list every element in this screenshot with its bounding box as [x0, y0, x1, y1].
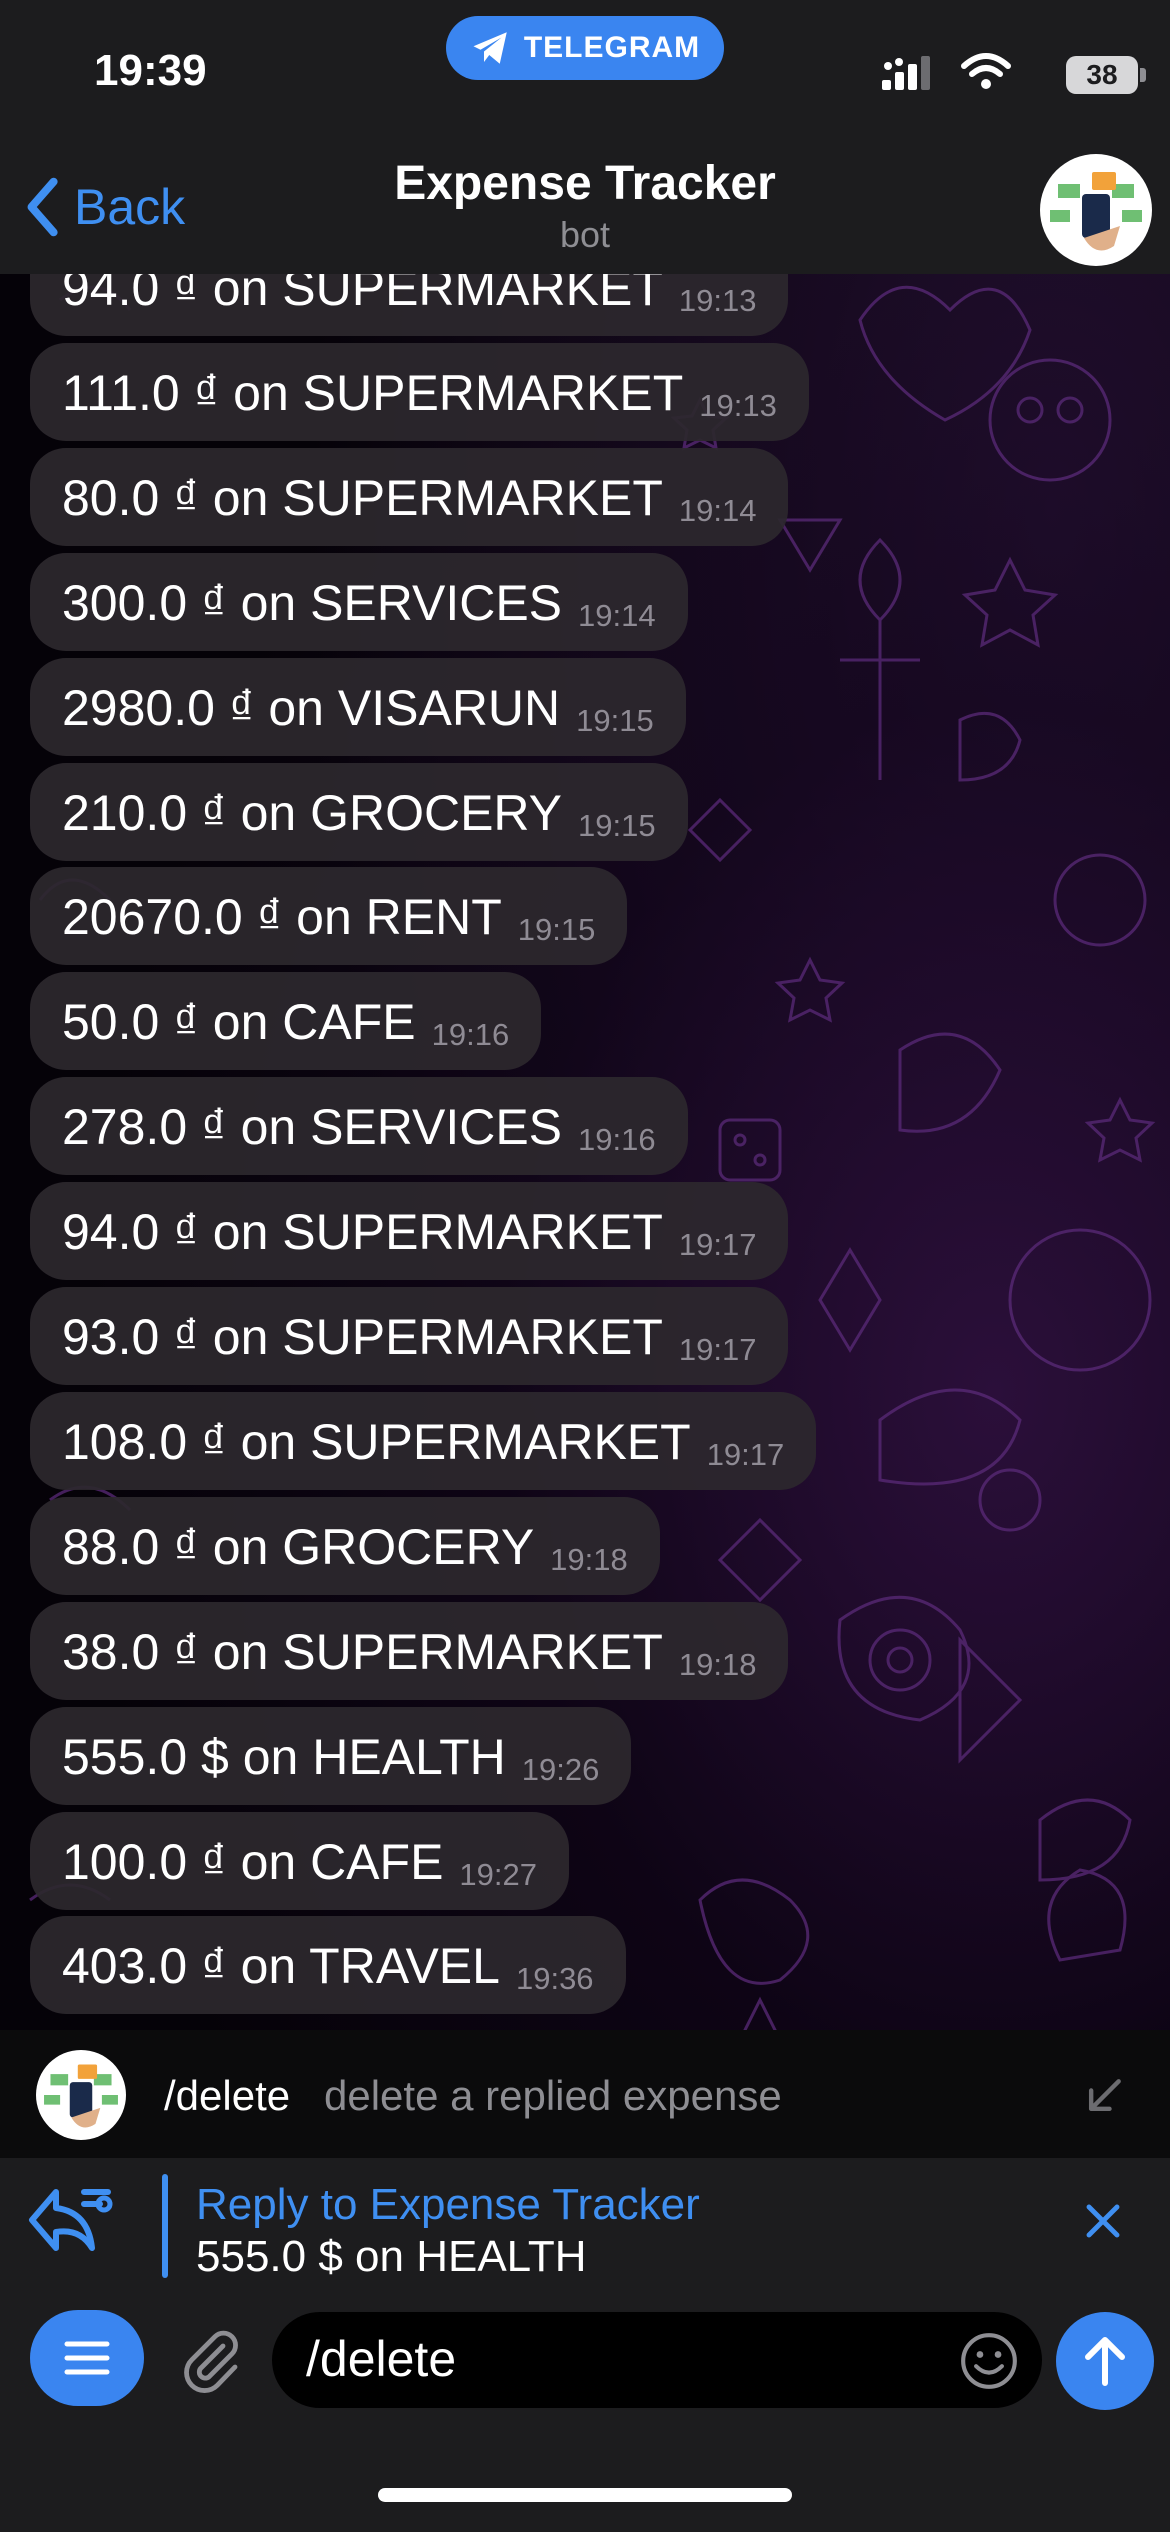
status-icons: 38 [882, 48, 1152, 96]
message-text: 93.0 ₫ on SUPERMARKET [62, 1309, 663, 1365]
message-time: 19:17 [678, 1332, 757, 1367]
reply-accent-bar [162, 2174, 168, 2278]
message-time: 19:17 [678, 1227, 757, 1262]
message-text: 20670.0 ₫ on RENT [62, 889, 502, 945]
menu-icon [64, 2341, 110, 2375]
message-text: 94.0 ₫ on SUPERMARKET [62, 274, 663, 316]
message-text: 100.0 ₫ on CAFE [62, 1834, 444, 1890]
message-time: 19:17 [706, 1437, 785, 1472]
message-time: 19:18 [550, 1542, 628, 1577]
message-time: 19:15 [576, 703, 654, 738]
message-time: 19:36 [515, 1961, 594, 1996]
message-bubble[interactable]: 108.0 ₫ on SUPERMARKET 19:17 [30, 1392, 817, 1490]
message-bubble[interactable]: 111.0 ₫ on SUPERMARKET 19:13 [30, 343, 809, 441]
message-bubble[interactable]: 94.0 ₫ on SUPERMARKET 19:13 [30, 274, 789, 336]
message-text: 108.0 ₫ on SUPERMARKET [62, 1414, 691, 1470]
message-text: 210.0 ₫ on GROCERY [62, 785, 562, 841]
message-bubble[interactable]: 80.0 ₫ on SUPERMARKET 19:14 [30, 448, 789, 546]
telegram-plane-icon [473, 32, 507, 64]
reply-icon[interactable] [24, 2180, 116, 2264]
command-suggestion[interactable]: /delete delete a replied expense [0, 2030, 1170, 2158]
message-text: 38.0 ₫ on SUPERMARKET [62, 1624, 663, 1680]
message-text: 50.0 ₫ on CAFE [62, 994, 416, 1050]
arrow-up-icon [1085, 2337, 1125, 2386]
paperclip-icon[interactable] [172, 2322, 244, 2394]
message-list[interactable]: 94.0 ₫ on SUPERMARKET 19:13 111.0 ₫ on SUP… [0, 274, 1170, 2030]
message-time: 19:26 [521, 1752, 600, 1787]
message-text: 94.0 ₫ on SUPERMARKET [62, 1204, 663, 1260]
telegram-pill-label: TELEGRAM [523, 31, 701, 64]
status-time: 19:39 [94, 46, 207, 95]
message-time: 19:18 [678, 1647, 757, 1682]
cellular-signal-icon [882, 56, 930, 90]
battery-cap [1140, 68, 1146, 82]
bot-avatar-image [44, 2064, 118, 2128]
message-bubble[interactable]: 210.0 ₫ on GROCERY 19:15 [30, 763, 688, 861]
message-text: 300.0 ₫ on SERVICES [62, 575, 563, 631]
message-text: 555.0 $ on HEALTH [62, 1729, 506, 1785]
message-bubble[interactable]: 88.0 ₫ on GROCERY 19:18 [30, 1497, 660, 1595]
arrow-down-left-icon[interactable] [1082, 2074, 1126, 2118]
message-text: 80.0 ₫ on SUPERMARKET [62, 470, 663, 526]
message-time: 19:13 [678, 283, 757, 318]
telegram-pill[interactable]: TELEGRAM [446, 16, 724, 80]
message-bubble[interactable]: 278.0 ₫ on SERVICES 19:16 [30, 1077, 688, 1175]
composer-panel: Reply to Expense Tracker 555.0 $ on HEAL… [0, 2158, 1170, 2532]
command-name: /delete [164, 2072, 291, 2119]
message-time: 19:14 [678, 493, 757, 528]
reply-title[interactable]: Reply to Expense Tracker [196, 2180, 700, 2230]
message-text: 2980.0 ₫ on VISARUN [62, 680, 561, 736]
chat-header: Back Expense Tracker bot [0, 140, 1170, 274]
message-bubble[interactable]: 38.0 ₫ on SUPERMARKET 19:18 [30, 1602, 789, 1700]
message-bubble[interactable]: 403.0 ₫ on TRAVEL 19:36 [30, 1916, 626, 2014]
chat-title[interactable]: Expense Tracker [0, 156, 1170, 211]
message-bubble[interactable]: 300.0 ₫ on SERVICES 19:14 [30, 553, 688, 651]
reply-preview[interactable]: 555.0 $ on HEALTH [196, 2232, 587, 2282]
message-text: 111.0 ₫ on SUPERMARKET [62, 365, 684, 421]
message-time: 19:15 [517, 912, 596, 947]
message-time: 19:15 [577, 808, 656, 843]
message-text: 403.0 ₫ on TRAVEL [62, 1938, 500, 1994]
message-input[interactable] [306, 2330, 906, 2388]
message-time: 19:16 [578, 1122, 656, 1157]
message-input-container[interactable] [272, 2312, 1042, 2408]
message-time: 19:13 [699, 388, 777, 423]
bot-menu-button[interactable] [30, 2310, 144, 2406]
message-bubble[interactable]: 93.0 ₫ on SUPERMARKET 19:17 [30, 1287, 789, 1385]
status-bar: 19:39 TELEGRAM 38 [0, 0, 1170, 140]
message-bubble[interactable]: 50.0 ₫ on CAFE 19:16 [30, 972, 542, 1070]
message-bubble[interactable]: 20670.0 ₫ on RENT 19:15 [30, 867, 628, 965]
chat-subtitle: bot [559, 214, 611, 255]
message-bubble[interactable]: 100.0 ₫ on CAFE 19:27 [30, 1812, 569, 1910]
message-text: 278.0 ₫ on SERVICES [62, 1099, 563, 1155]
bot-avatar[interactable] [1040, 154, 1152, 266]
message-time: 19:16 [431, 1017, 510, 1052]
message-bubble[interactable]: 555.0 $ on HEALTH 19:26 [30, 1707, 632, 1805]
command-description: delete a replied expense [324, 2072, 782, 2119]
battery-level: 38 [1086, 59, 1118, 90]
command-bot-avatar [36, 2050, 126, 2140]
message-bubble[interactable]: 94.0 ₫ on SUPERMARKET 19:17 [30, 1182, 789, 1280]
bot-avatar-image [1050, 172, 1142, 251]
wifi-icon [961, 53, 1011, 89]
message-time: 19:27 [459, 1857, 537, 1892]
home-indicator [378, 2488, 792, 2502]
send-button[interactable] [1056, 2312, 1154, 2410]
emoji-icon[interactable] [958, 2330, 1020, 2392]
battery-icon: 38 [1066, 56, 1138, 94]
message-bubble[interactable]: 2980.0 ₫ on VISARUN 19:15 [30, 658, 686, 756]
message-time: 19:14 [578, 598, 656, 633]
message-text: 88.0 ₫ on GROCERY [62, 1519, 535, 1575]
close-icon[interactable] [1082, 2200, 1124, 2242]
